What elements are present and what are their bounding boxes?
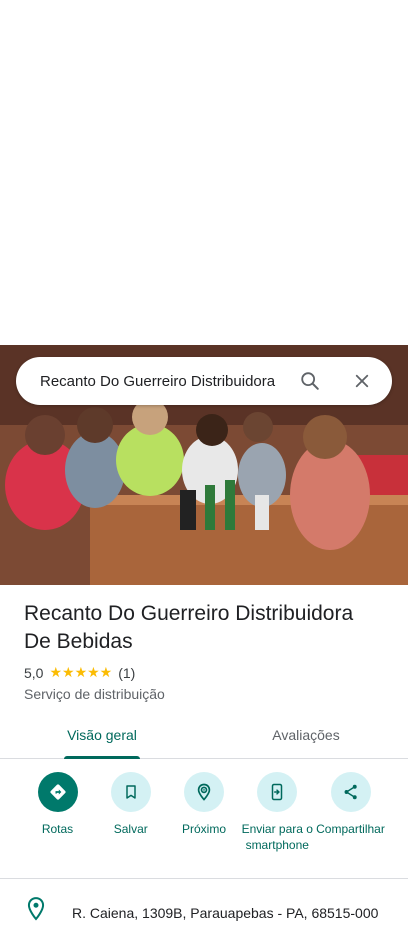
rating-row[interactable]: 5,0 ★★★★★ (1) <box>24 664 135 681</box>
close-icon[interactable] <box>344 363 380 399</box>
save-label: Salvar <box>113 822 148 836</box>
address-text: R. Caiena, 1309B, Parauapebas - PA, 6851… <box>72 905 379 921</box>
share-label: Compartilhar <box>316 822 385 836</box>
action-row: Rotas Salvar Próximo Enviar para o smart… <box>0 772 408 853</box>
tab-overview[interactable]: Visão geral <box>0 712 204 758</box>
directions-label: Rotas <box>41 822 74 836</box>
save-button[interactable]: Salvar <box>94 772 167 853</box>
nearby-label: Próximo <box>181 822 226 836</box>
review-count[interactable]: (1) <box>118 665 135 681</box>
send-to-phone-icon[interactable] <box>257 772 298 812</box>
place-title: Recanto Do Guerreiro Distribuidora De Be… <box>24 602 354 653</box>
directions-icon[interactable] <box>37 772 78 812</box>
share-button[interactable]: Compartilhar <box>314 772 387 853</box>
nearby-button[interactable]: Próximo <box>168 772 241 853</box>
send-to-phone-label: Enviar para o smartphone <box>241 822 313 852</box>
search-bar[interactable]: Recanto Do Guerreiro Distribuidora <box>16 357 392 405</box>
address-row[interactable]: R. Caiena, 1309B, Parauapebas - PA, 6851… <box>0 896 408 930</box>
tab-reviews[interactable]: Avaliações <box>204 712 408 758</box>
rating-value: 5,0 <box>24 664 44 681</box>
search-icon[interactable] <box>292 363 328 399</box>
place-category[interactable]: Serviço de distribuição <box>24 686 165 702</box>
divider <box>0 878 408 879</box>
star-rating-icon: ★★★★★ <box>49 664 113 680</box>
share-icon[interactable] <box>330 772 371 812</box>
location-pin-icon <box>24 896 48 922</box>
search-input[interactable]: Recanto Do Guerreiro Distribuidora <box>40 373 292 390</box>
directions-button[interactable]: Rotas <box>21 772 94 853</box>
nearby-icon[interactable] <box>184 772 224 812</box>
send-to-phone-button[interactable]: Enviar para o smartphone <box>241 772 314 853</box>
bookmark-icon[interactable] <box>110 772 151 812</box>
tab-bar: Visão geral Avaliações <box>0 712 408 759</box>
